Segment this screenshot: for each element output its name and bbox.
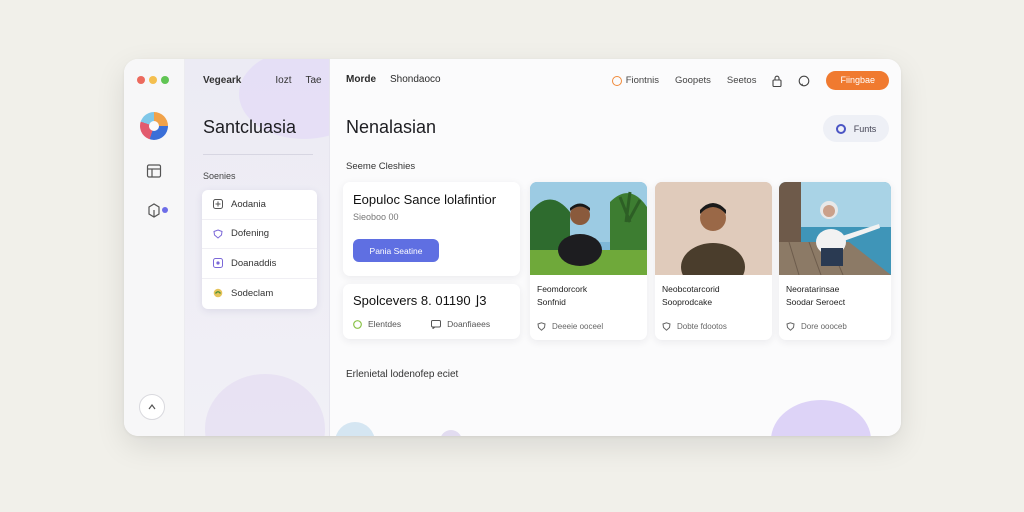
- icon-rail: [124, 59, 185, 436]
- person-photo: [655, 182, 772, 275]
- stats-value: Spolcevers 8. 01190 ⌋3: [353, 293, 487, 308]
- lock-icon[interactable]: [772, 75, 783, 87]
- sidebar-item[interactable]: Doanaddis: [202, 249, 317, 279]
- shield-icon: [213, 229, 223, 239]
- card-subtitle: Sieoboo 00: [353, 212, 399, 222]
- stats-footer-label: Elentdes: [368, 319, 402, 329]
- plus-square-icon: [213, 199, 223, 210]
- layout-icon[interactable]: [146, 163, 162, 179]
- stats-footer-item[interactable]: Elentdes: [353, 319, 401, 329]
- app-window: Vegeark Iozt Tae Santcluasia Soenies Aod…: [124, 59, 901, 436]
- person-name-line: Neobcotarcorid: [662, 284, 720, 294]
- person-footer-label: Dore oooceb: [801, 322, 847, 331]
- shield-icon: [662, 322, 671, 331]
- person-photo: [530, 182, 647, 275]
- nav-link[interactable]: Morde: [346, 74, 376, 85]
- stats-footer: Elentdes Doanfiaees: [353, 319, 490, 329]
- decorative-blob: [771, 400, 871, 436]
- stats-card: Spolcevers 8. 01190 ⌋3 Elentdes Doanfiae…: [343, 284, 520, 339]
- stats-footer-label: Doanfiaees: [447, 319, 491, 329]
- person-footer: Dobte fdootos: [662, 322, 727, 331]
- sidebar-item[interactable]: Dofening: [202, 220, 317, 249]
- sidebar-tabs: Vegeark Iozt Tae: [203, 75, 322, 86]
- section-label: Erlenietal lodenofep eciet: [346, 369, 459, 380]
- sidebar: Vegeark Iozt Tae Santcluasia Soenies Aod…: [185, 59, 330, 436]
- top-action-item[interactable]: Goopets: [675, 75, 711, 86]
- sidebar-title: Santcluasia: [203, 117, 297, 137]
- minimize-window-button[interactable]: [149, 76, 157, 84]
- leaf-icon: [213, 288, 223, 298]
- stats-footer-item[interactable]: Doanfiaees: [431, 319, 490, 329]
- box-icon[interactable]: [146, 202, 162, 218]
- person-card[interactable]: Neoratarinsae Soodar Seroect Dore oooceb: [779, 182, 891, 340]
- person-card[interactable]: Neobcotarcorid Sooprodcake Dobte fdootos: [655, 182, 772, 340]
- maximize-window-button[interactable]: [161, 76, 169, 84]
- person-footer-label: Dobte fdootos: [677, 322, 727, 331]
- sidebar-item-label: Sodeclam: [231, 287, 274, 299]
- chevron-up-icon: [148, 404, 156, 410]
- sidebar-tab[interactable]: Tae: [306, 75, 322, 86]
- person-name-line: Soodar Seroect: [786, 297, 846, 307]
- primary-cta-button[interactable]: Fiingbae: [826, 71, 889, 90]
- person-photo: [779, 182, 891, 275]
- feature-card: Eopuloc Sance lolafintior Sieoboo 00 Pan…: [343, 182, 520, 276]
- notification-dot: [162, 207, 168, 213]
- page-title: Nenalasian: [346, 117, 437, 137]
- person-name: Feomdorcork Sonfnid: [537, 283, 587, 309]
- window-controls: [137, 76, 169, 84]
- top-action-item[interactable]: Fiontnis: [611, 75, 659, 86]
- nav-link[interactable]: Shondaoco: [390, 74, 441, 85]
- sidebar-tab[interactable]: Vegeark: [203, 75, 241, 86]
- person-name-line: Sooprodcake: [662, 297, 713, 307]
- sidebar-item[interactable]: Aodania: [202, 190, 317, 220]
- circle-icon: [611, 75, 622, 86]
- person-footer: Dore oooceb: [786, 322, 847, 331]
- top-actions: Fiontnis Goopets Seetos Fiingbae: [611, 71, 889, 90]
- person-name: Neobcotarcorid Sooprodcake: [662, 283, 720, 309]
- decorative-blob: [335, 422, 375, 436]
- sidebar-item-label: Doanaddis: [231, 257, 277, 269]
- person-footer: Deeeie ooceel: [537, 322, 603, 331]
- sidebar-section-label: Soenies: [203, 171, 236, 181]
- app-logo[interactable]: [140, 112, 168, 140]
- section-label: Seeme Cleshies: [346, 161, 416, 172]
- chat-icon[interactable]: [798, 75, 810, 87]
- sidebar-menu: Aodania Dofening Doanaddis Sodeclam: [202, 190, 317, 309]
- message-icon: [431, 319, 442, 329]
- top-nav: Morde Shondaoco: [346, 74, 441, 85]
- shield-icon: [786, 322, 795, 331]
- pill-label: Funts: [853, 123, 877, 134]
- person-name-line: Sonfnid: [537, 297, 566, 307]
- top-action-label: Fiontnis: [625, 75, 659, 86]
- decorative-blob: [205, 374, 325, 436]
- divider: [203, 154, 313, 155]
- ring-icon: [835, 123, 846, 134]
- decorative-blob: [440, 430, 462, 436]
- filter-pill-button[interactable]: Funts: [823, 115, 889, 142]
- person-name-line: Neoratarinsae: [786, 284, 840, 294]
- collapse-button[interactable]: [139, 394, 165, 420]
- person-card[interactable]: Feomdorcork Sonfnid Deeeie ooceel: [530, 182, 647, 340]
- person-name: Neoratarinsae Soodar Seroect: [786, 283, 845, 309]
- main-content: Morde Shondaoco Fiontnis Goopets Seetos …: [330, 59, 901, 436]
- sidebar-tab[interactable]: Iozt: [275, 75, 291, 86]
- top-action-item[interactable]: Seetos: [727, 75, 757, 86]
- shield-icon: [537, 322, 546, 331]
- sidebar-item-label: Aodania: [231, 198, 266, 210]
- card-title: Eopuloc Sance lolafintior: [353, 192, 497, 207]
- person-name-line: Feomdorcork: [537, 284, 588, 294]
- circle-check-icon: [353, 319, 362, 329]
- person-footer-label: Deeeie ooceel: [552, 322, 604, 331]
- sidebar-item[interactable]: Sodeclam: [202, 279, 317, 309]
- sidebar-item-label: Dofening: [231, 228, 270, 240]
- square-dot-icon: [213, 258, 223, 269]
- card-action-button[interactable]: Pania Seatine: [353, 239, 439, 262]
- close-window-button[interactable]: [137, 76, 145, 84]
